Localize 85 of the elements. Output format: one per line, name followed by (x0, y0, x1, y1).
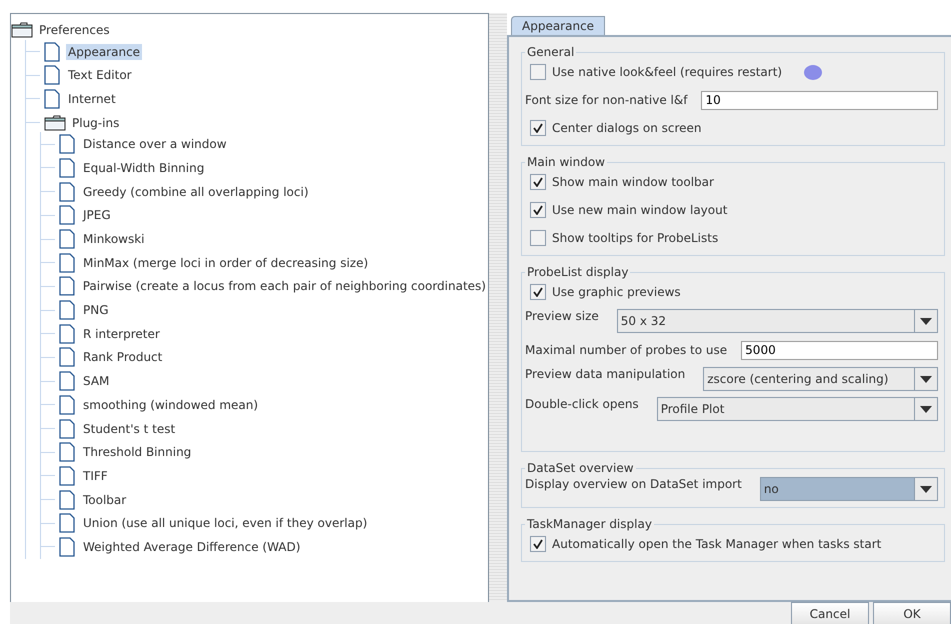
document-icon (59, 442, 75, 462)
document-icon (59, 324, 75, 344)
document-icon (59, 134, 75, 154)
tree-item[interactable]: R interpreter (81, 326, 162, 342)
help-icon[interactable] (804, 64, 822, 80)
tree-item[interactable]: Pairwise (create a locus from each pair of neighboring coordinates) (80, 278, 488, 294)
document-icon (59, 371, 75, 392)
caret-icon (920, 486, 932, 492)
dropdown[interactable]: no (760, 477, 938, 501)
tree-item[interactable]: Equal-Width Binning (81, 160, 206, 176)
checkbox-label: Use new main window layout (552, 203, 728, 217)
checkbox-label: Use native look&feel (requires restart) (552, 65, 782, 79)
section-title: DataSet overview (526, 461, 635, 475)
tree-item[interactable]: MinMax (merge loci in order of decreasing size) (81, 254, 370, 271)
document-icon (59, 394, 75, 415)
tree-item[interactable]: Greedy (combine all overlapping loci) (81, 184, 311, 200)
tree-item[interactable]: Distance over a window (81, 136, 229, 152)
document-icon (58, 276, 75, 296)
caret-icon (920, 376, 932, 382)
dropdown[interactable]: zscore (centering and scaling) (703, 367, 938, 391)
tree-item[interactable]: Internet (66, 90, 118, 107)
tree-item[interactable]: Rank Product (81, 349, 164, 366)
field-label: Double-click opens (525, 397, 639, 411)
checkbox-label: Automatically open the Task Manager when tasks start (552, 537, 882, 551)
field-label: Display overview on DataSet import (525, 477, 742, 491)
checkbox[interactable] (530, 230, 546, 246)
document-icon (44, 88, 60, 109)
document-icon (59, 252, 75, 273)
field-label: Maximal number of probes to use (525, 343, 728, 357)
field-label: Font size for non-native l&f (525, 93, 688, 107)
field-label: Preview data manipulation (525, 367, 686, 381)
tree-item[interactable]: JPEG (81, 207, 113, 224)
section-title: TaskManager display (526, 517, 653, 531)
tree-item[interactable]: PNG (81, 302, 111, 318)
document-icon (59, 182, 75, 202)
input-field[interactable]: 5000 (741, 340, 938, 360)
document-icon (59, 513, 75, 534)
tree-item[interactable]: Appearance (66, 44, 142, 60)
tree-item[interactable]: Toolbar (81, 492, 128, 508)
section-title: Main window (526, 155, 606, 169)
document-icon (44, 42, 60, 62)
document-icon (59, 536, 75, 557)
tree-item[interactable]: TIFF (81, 468, 110, 484)
dialog-button[interactable]: Cancel (791, 602, 869, 624)
field-label: Preview size (525, 309, 599, 323)
document-icon (59, 205, 75, 226)
dropdown[interactable]: 50 x 32 (616, 309, 938, 333)
document-icon (59, 300, 75, 320)
document-icon (59, 418, 75, 439)
document-icon (59, 158, 75, 178)
document-icon (59, 347, 75, 368)
dropdown[interactable]: Profile Plot (656, 397, 938, 421)
folder-icon (11, 22, 33, 38)
checkbox[interactable] (530, 284, 546, 300)
document-icon (59, 229, 75, 250)
input-field[interactable]: 10 (701, 90, 938, 110)
tree-item[interactable]: Threshold Binning (81, 444, 194, 460)
section-title: General (526, 45, 576, 59)
checkbox[interactable] (530, 202, 546, 218)
tree-item[interactable]: Student's t test (81, 420, 178, 437)
tree-item[interactable]: Union (use all unique loci, even if they overlap) (81, 515, 370, 532)
checkbox[interactable] (530, 120, 546, 136)
checkbox[interactable] (530, 64, 546, 80)
tree-item[interactable]: Text Editor (66, 67, 134, 84)
tree-item[interactable]: Plug-ins (70, 114, 122, 131)
folder-icon (44, 114, 66, 131)
checkbox[interactable] (530, 536, 546, 552)
tree-item[interactable]: Minkowski (81, 231, 147, 248)
checkbox-label: Show tooltips for ProbeLists (552, 231, 718, 245)
tree-item[interactable]: SAM (81, 373, 112, 390)
dialog-button[interactable]: OK (873, 602, 951, 624)
caret-icon (920, 406, 932, 412)
tree-item[interactable]: smoothing (windowed mean) (81, 396, 260, 413)
section-title: ProbeList display (526, 265, 630, 279)
checkbox-label: Use graphic previews (552, 285, 681, 299)
tab[interactable]: Appearance (511, 16, 606, 35)
document-icon (59, 490, 75, 510)
document-icon (59, 466, 75, 486)
tree-item[interactable]: Preferences (37, 22, 112, 38)
checkbox-label: Center dialogs on screen (552, 121, 702, 135)
caret-icon (920, 318, 932, 324)
checkbox-label: Show main window toolbar (552, 175, 714, 189)
tree-item[interactable]: Weighted Average Difference (WAD) (81, 538, 302, 555)
document-icon (44, 65, 60, 86)
checkbox[interactable] (530, 174, 546, 190)
